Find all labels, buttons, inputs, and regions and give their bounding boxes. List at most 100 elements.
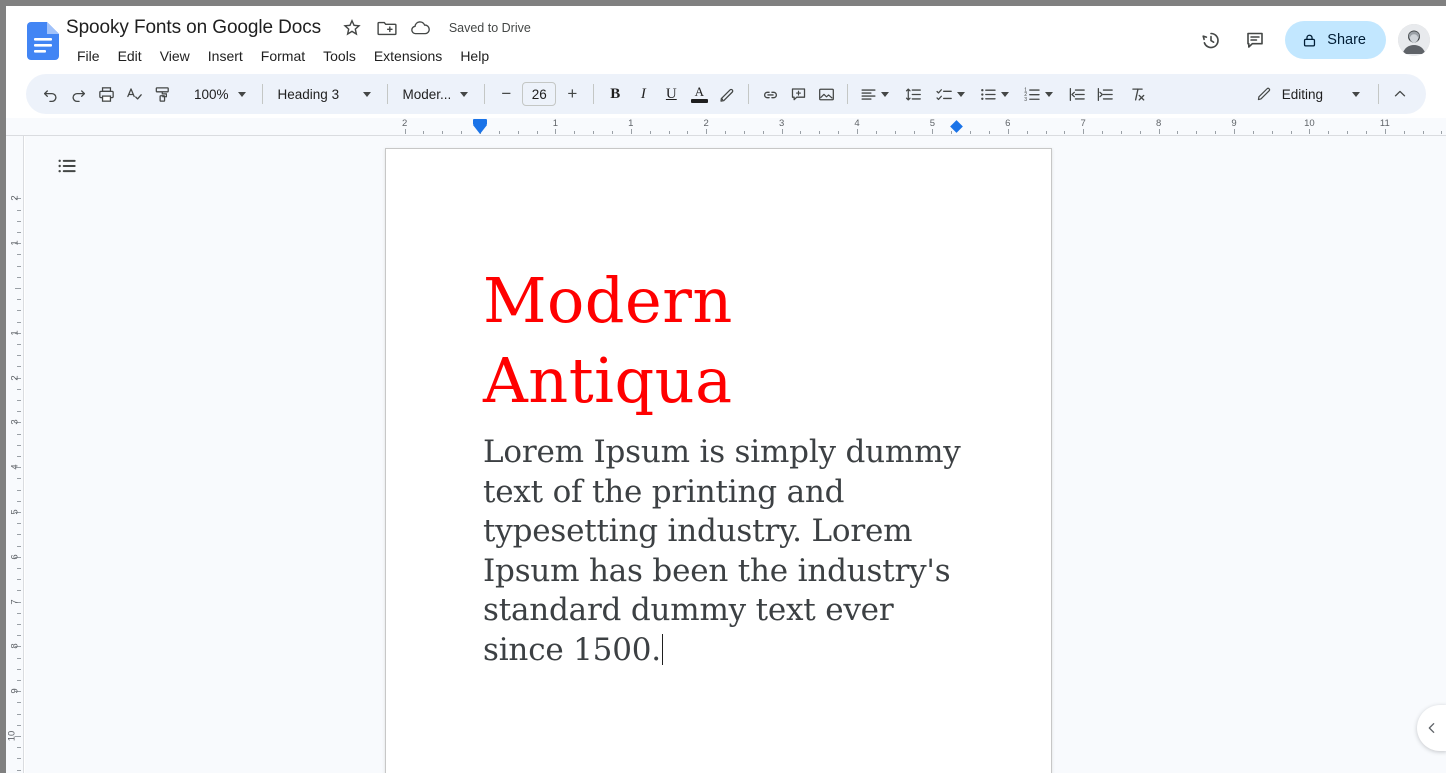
horizontal-ruler-ticks: 2 1 1 2 3 4 5 6 7 8 9 10 11 [6, 118, 1446, 136]
decrease-indent-icon[interactable] [1063, 80, 1091, 108]
chevron-down-icon [1352, 91, 1360, 97]
increase-indent-icon[interactable] [1091, 80, 1119, 108]
menu-insert[interactable]: Insert [199, 44, 252, 68]
insert-image-icon[interactable] [812, 80, 840, 108]
ruler-minor-tick [1215, 130, 1217, 134]
ruler-minor-tick [838, 130, 840, 134]
document-heading[interactable]: Modern Antiqua [483, 261, 783, 421]
ruler-minor-tick [1026, 130, 1028, 134]
ruler-minor-tick [17, 456, 21, 457]
ruler-tick [15, 288, 21, 289]
toolbar-divider [1378, 84, 1379, 104]
menu-file[interactable]: File [68, 44, 109, 68]
menu-extensions[interactable]: Extensions [365, 44, 451, 68]
document-paragraph[interactable]: Lorem Ipsum is simply dummy text of the … [483, 433, 973, 670]
vertical-ruler[interactable]: 2 1 1 2 3 4 5 6 7 8 9 10 [6, 136, 24, 773]
ruler-minor-tick [17, 444, 21, 446]
chevron-down-icon [362, 91, 371, 97]
chevron-up-icon[interactable] [1386, 80, 1414, 108]
left-indent-triangle [473, 125, 487, 134]
horizontal-ruler[interactable]: 2 1 1 2 3 4 5 6 7 8 9 10 11 [6, 118, 1446, 136]
increase-font-size-button[interactable]: + [558, 80, 586, 108]
text-color-swatch [690, 99, 708, 103]
ruler-minor-tick [17, 747, 21, 749]
ruler-minor-tick [17, 713, 21, 715]
version-history-icon[interactable] [1191, 20, 1231, 60]
google-docs-window: Spooky Fonts on Google Docs Saved to Dri… [0, 0, 1446, 773]
ruler-minor-tick [1177, 130, 1179, 134]
link-icon[interactable] [756, 80, 784, 108]
ruler-label: 7 [1080, 118, 1086, 129]
editing-mode-dropdown[interactable]: Editing [1247, 80, 1371, 108]
document-outline-icon[interactable] [47, 146, 87, 186]
spelling-grammar-check-icon[interactable] [120, 80, 148, 108]
formatting-toolbar: 100% Heading 3 Moder... − 26 + B I U A 1… [26, 74, 1426, 114]
title-area: Spooky Fonts on Google Docs Saved to Dri… [66, 14, 531, 42]
ruler-tick [630, 129, 632, 134]
menu-view[interactable]: View [151, 44, 199, 68]
toolbar-divider [847, 84, 849, 104]
underline-button[interactable]: U [657, 80, 685, 108]
star-icon[interactable] [339, 15, 365, 41]
open-comment-history-icon[interactable] [1235, 20, 1275, 60]
toolbar-divider [484, 84, 486, 104]
zoom-dropdown[interactable]: 100% [186, 80, 255, 108]
redo-icon[interactable] [64, 80, 92, 108]
menu-format[interactable]: Format [252, 44, 314, 68]
ruler-tick [1234, 129, 1235, 134]
paragraph-style-value: Heading 3 [277, 86, 340, 102]
document-page[interactable]: Modern Antiqua Lorem Ipsum is simply dum… [385, 148, 1052, 773]
ruler-minor-tick [1422, 130, 1424, 134]
document-body[interactable]: Modern Antiqua Lorem Ipsum is simply dum… [483, 261, 973, 670]
checklist-icon [935, 85, 954, 104]
highlight-pen-icon[interactable] [713, 80, 741, 108]
ruler-label: 3 [778, 118, 785, 129]
font-size-input[interactable]: 26 [522, 82, 557, 106]
ruler-minor-tick [1347, 130, 1349, 134]
zoom-value: 100% [194, 86, 229, 102]
document-title[interactable]: Spooky Fonts on Google Docs [66, 14, 321, 42]
ruler-label: 1 [9, 330, 21, 336]
align-dropdown[interactable] [855, 80, 895, 108]
paint-format-icon[interactable] [148, 80, 176, 108]
chevron-down-icon [1001, 91, 1010, 97]
move-to-folder-icon[interactable] [374, 15, 400, 41]
ruler-minor-tick [17, 635, 21, 637]
ruler-tick [555, 129, 557, 134]
save-status-label: Saved to Drive [448, 21, 531, 35]
print-icon[interactable] [92, 80, 120, 108]
menu-tools[interactable]: Tools [314, 44, 365, 68]
ruler-minor-tick [17, 758, 21, 760]
undo-icon[interactable] [36, 80, 64, 108]
google-docs-icon[interactable] [27, 22, 59, 60]
share-button[interactable]: Share [1285, 21, 1386, 59]
side-panel-toggle-button[interactable] [1417, 705, 1446, 751]
left-indent-marker[interactable] [473, 119, 487, 135]
add-comment-icon[interactable] [784, 80, 812, 108]
avatar[interactable] [1398, 24, 1430, 56]
paragraph-style-dropdown[interactable]: Heading 3 [270, 80, 380, 108]
ruler-minor-tick [17, 388, 21, 390]
bold-button[interactable]: B [601, 80, 629, 108]
decrease-font-size-button[interactable]: − [492, 80, 520, 108]
numbered-list-dropdown[interactable]: 1 2 3 [1019, 80, 1059, 108]
ruler-minor-tick [17, 299, 21, 301]
checklist-dropdown[interactable] [931, 80, 971, 108]
cloud-saved-icon[interactable] [408, 15, 434, 41]
bulleted-list-dropdown[interactable] [975, 80, 1015, 108]
ruler-label: 2 [703, 118, 709, 129]
ruler-minor-tick [17, 411, 21, 413]
text-color-button[interactable]: A [685, 80, 713, 108]
ruler-minor-tick [1271, 130, 1273, 134]
ruler-label: 1 [9, 240, 21, 246]
ruler-label: 6 [9, 554, 21, 560]
font-family-dropdown[interactable]: Moder... [395, 80, 478, 108]
ruler-minor-tick [1196, 130, 1198, 134]
ruler-minor-tick [800, 130, 802, 134]
ruler-minor-tick [1120, 130, 1122, 134]
italic-button[interactable]: I [629, 80, 657, 108]
clear-formatting-icon[interactable] [1123, 80, 1151, 108]
line-spacing-icon[interactable] [899, 80, 927, 108]
menu-edit[interactable]: Edit [109, 44, 151, 68]
menu-help[interactable]: Help [451, 44, 498, 68]
